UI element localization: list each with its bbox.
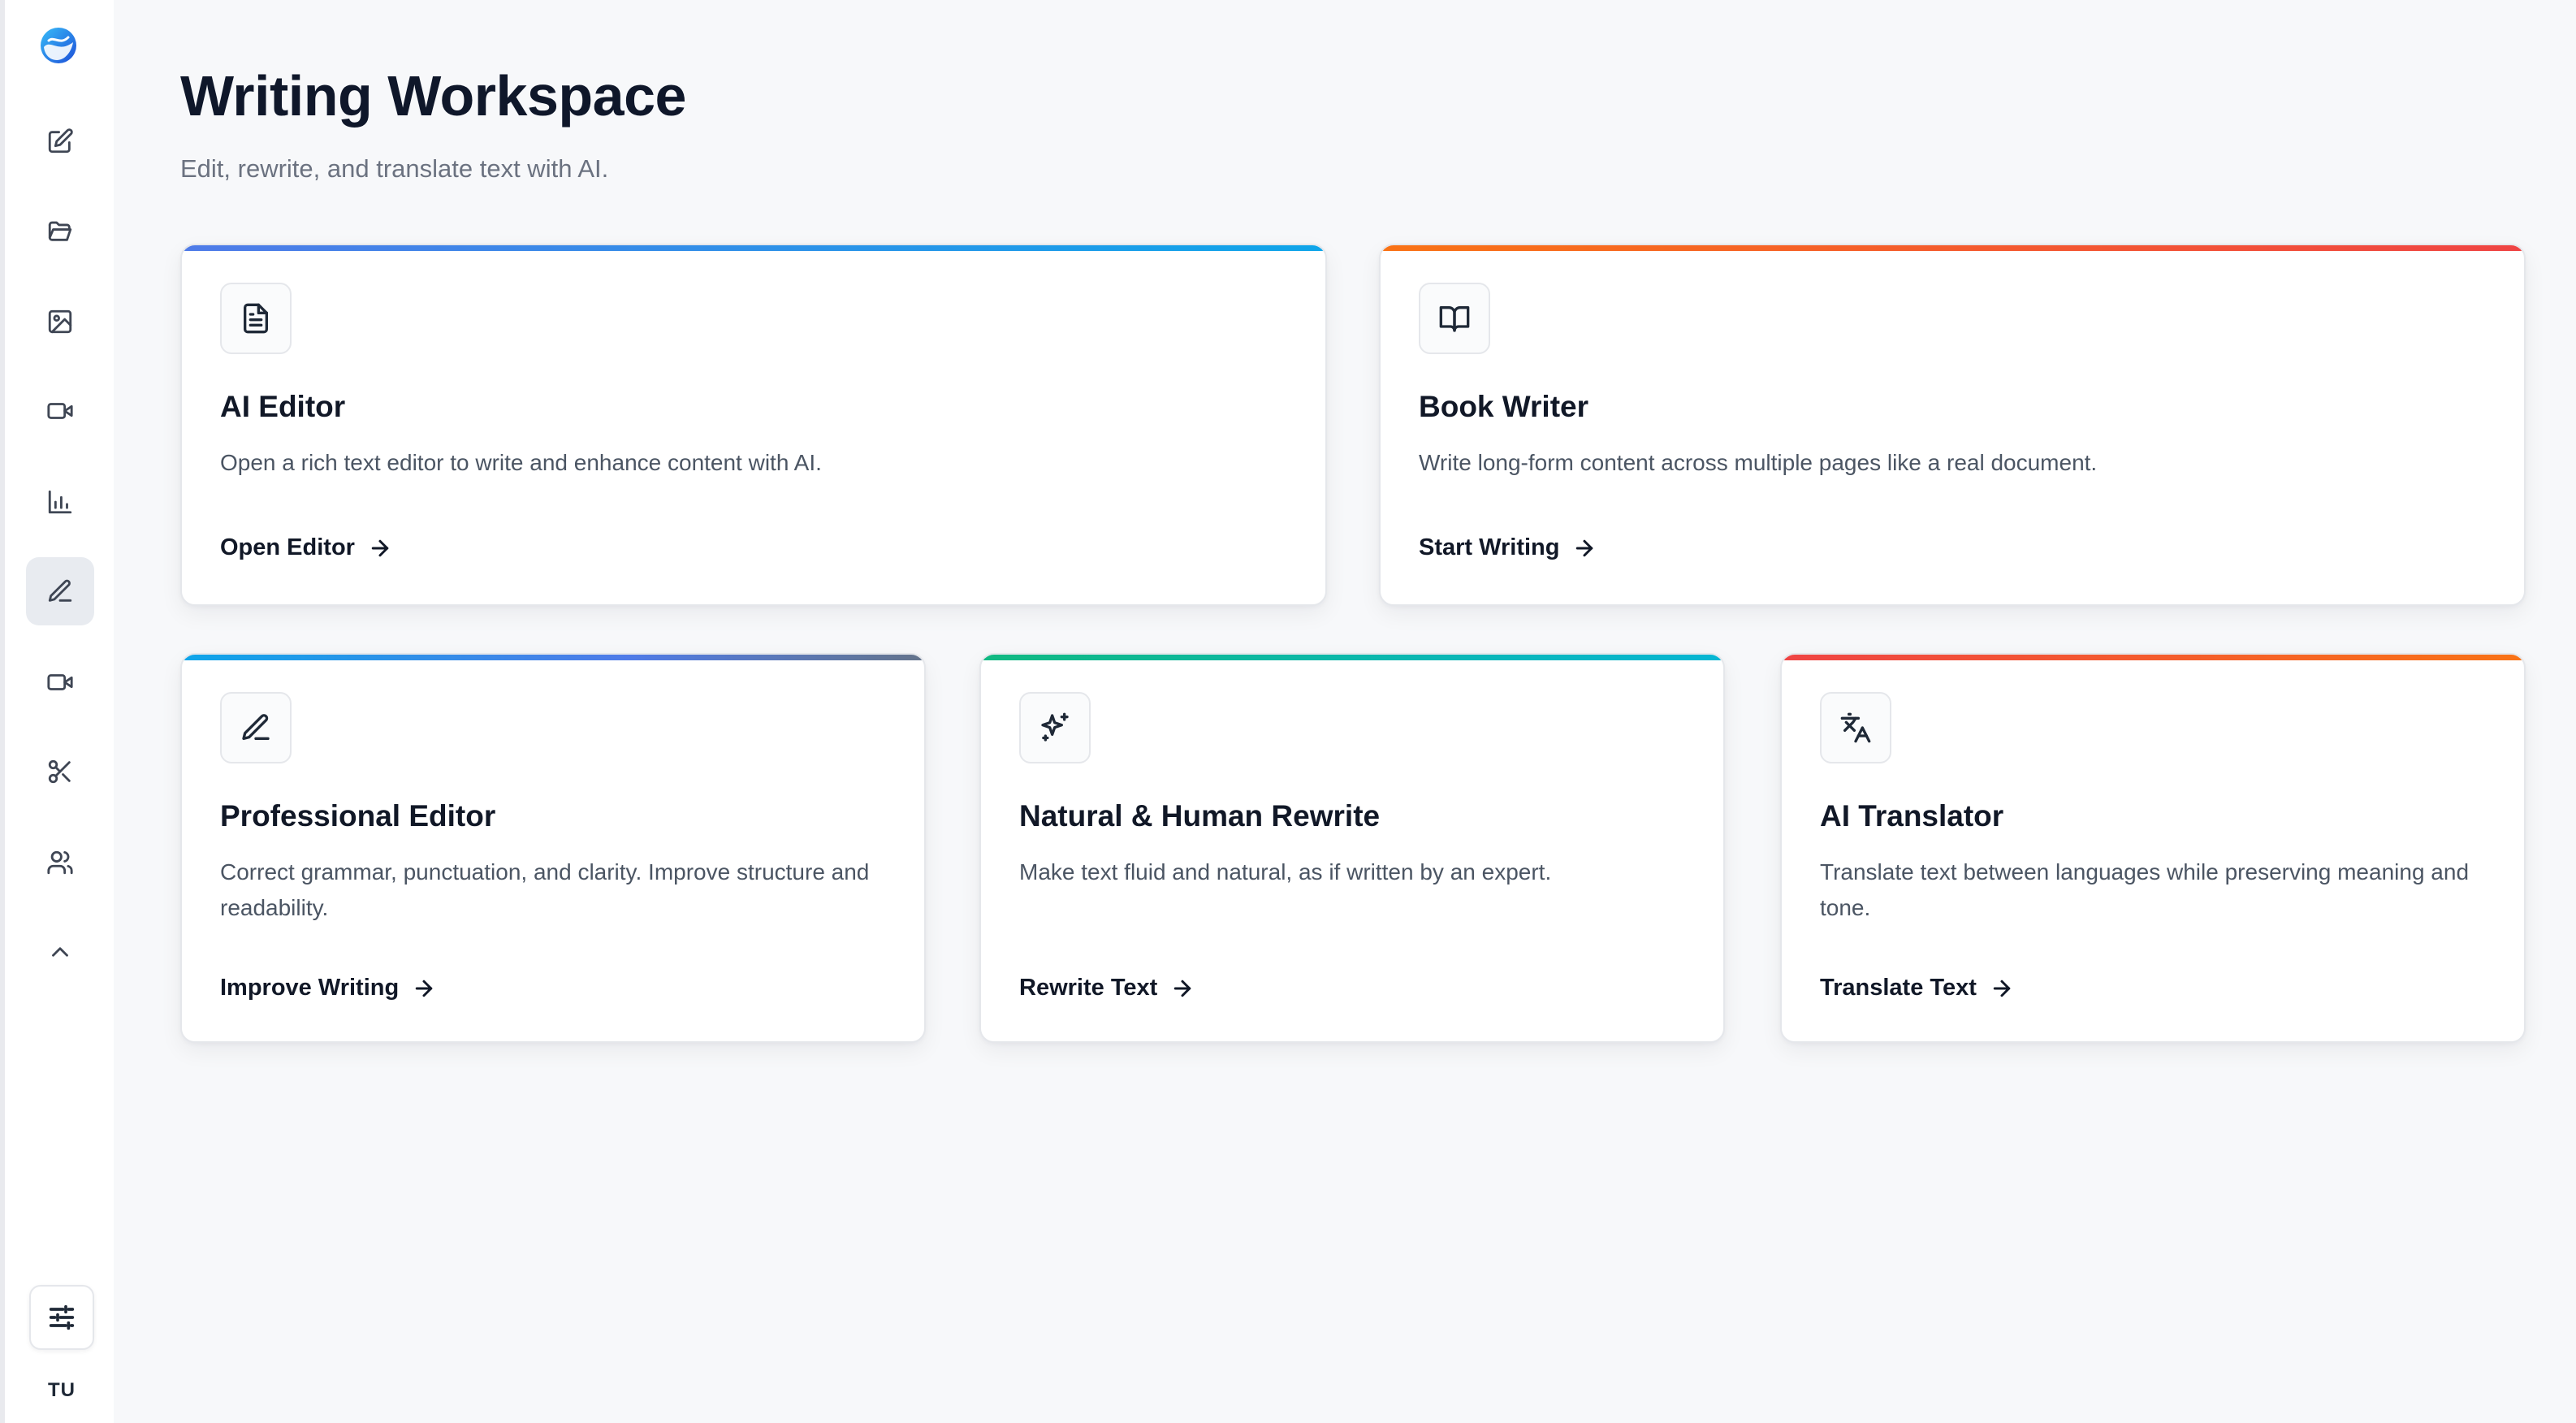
card-accent-bar xyxy=(1381,245,2524,251)
card-accent-bar xyxy=(1782,655,2524,660)
card-description: Write long-form content across multiple … xyxy=(1419,450,2098,475)
document-icon xyxy=(244,303,268,334)
card-link-label: Translate Text xyxy=(1820,975,1977,1001)
sidebar-item-writing[interactable] xyxy=(26,557,94,625)
sidebar-item-video[interactable] xyxy=(26,377,94,445)
card-natural-rewrite[interactable]: Natural & Human Rewrite Make text fluid … xyxy=(979,653,1725,1043)
card-link-label: Open Editor xyxy=(220,534,355,560)
card-professional-editor[interactable]: Professional Editor Correct grammar, pun… xyxy=(180,653,926,1043)
arrow-right-icon xyxy=(1993,980,2011,997)
translate-icon xyxy=(1840,712,1871,743)
sidebar: TU xyxy=(0,0,114,1423)
card-description: Correct grammar, punctuation, and clarit… xyxy=(220,859,870,920)
pencil-icon xyxy=(48,579,72,602)
sidebar-item-edit[interactable] xyxy=(26,107,94,175)
card-ai-translator[interactable]: AI Translator Translate text between lan… xyxy=(1780,653,2526,1043)
sliders-icon xyxy=(49,1304,75,1330)
arrow-right-icon xyxy=(415,980,433,997)
card-description: Open a rich text editor to write and enh… xyxy=(220,450,822,475)
card-book-writer[interactable]: Book Writer Write long-form content acro… xyxy=(1379,244,2526,606)
card-icon-box xyxy=(1820,692,1891,763)
card-link-label: Start Writing xyxy=(1419,534,1560,560)
card-accent-bar xyxy=(182,245,1325,251)
main-content: Writing Workspace Edit, rewrite, and tra… xyxy=(114,0,2576,1423)
rewrite-text-link[interactable]: Rewrite Text xyxy=(1019,975,1195,1001)
sidebar-item-analytics[interactable] xyxy=(26,468,94,536)
page-title: Writing Workspace xyxy=(180,64,686,128)
sparkles-icon xyxy=(1041,712,1069,742)
app-window: TU Writing Workspace Edit, rewrite, and … xyxy=(0,0,2576,1423)
card-link-label: Improve Writing xyxy=(220,975,400,1001)
open-editor-link[interactable]: Open Editor xyxy=(220,534,392,561)
start-writing-link[interactable]: Start Writing xyxy=(1419,534,1597,561)
users-icon xyxy=(47,850,73,875)
settings-button[interactable] xyxy=(29,1285,94,1350)
scissors-icon xyxy=(48,759,71,784)
chevron-up-icon xyxy=(52,947,68,957)
bar-chart-icon xyxy=(48,490,72,514)
card-link-label: Rewrite Text xyxy=(1019,975,1158,1001)
sidebar-item-cut[interactable] xyxy=(26,737,94,806)
video-icon xyxy=(47,403,73,419)
sidebar-item-users[interactable] xyxy=(26,828,94,897)
sidebar-collapse-toggle[interactable] xyxy=(26,918,94,986)
arrow-right-icon xyxy=(371,539,389,556)
sidebar-item-video-2[interactable] xyxy=(26,648,94,716)
page-subtitle: Edit, rewrite, and translate text with A… xyxy=(180,154,609,183)
avatar[interactable]: TU xyxy=(29,1361,94,1420)
card-icon-box xyxy=(220,283,292,354)
card-description: Translate text between languages while p… xyxy=(1820,859,2470,920)
wave-logo-icon[interactable] xyxy=(37,24,80,67)
card-title: Book Writer xyxy=(1419,390,1589,423)
card-ai-editor[interactable]: AI Editor Open a rich text editor to wri… xyxy=(180,244,1327,606)
image-icon xyxy=(48,309,72,334)
card-accent-bar xyxy=(182,655,924,660)
card-description: Make text fluid and natural, as if writt… xyxy=(1019,859,1552,885)
book-open-icon xyxy=(1439,306,1470,332)
card-icon-box xyxy=(220,692,292,763)
card-title: Professional Editor xyxy=(220,799,496,833)
folder-open-icon xyxy=(48,221,72,241)
card-icon-box xyxy=(1019,692,1091,763)
card-title: AI Editor xyxy=(220,390,346,423)
edit-square-icon xyxy=(48,128,73,154)
sidebar-item-images[interactable] xyxy=(26,288,94,356)
translate-text-link[interactable]: Translate Text xyxy=(1820,975,2014,1001)
pen-icon xyxy=(242,714,270,740)
card-accent-bar xyxy=(981,655,1723,660)
card-icon-box xyxy=(1419,283,1490,354)
improve-writing-link[interactable]: Improve Writing xyxy=(220,975,436,1001)
arrow-right-icon xyxy=(1576,539,1593,556)
arrow-right-icon xyxy=(1174,980,1191,997)
sidebar-item-files[interactable] xyxy=(26,197,94,265)
card-title: AI Translator xyxy=(1820,799,2004,833)
card-title: Natural & Human Rewrite xyxy=(1019,799,1381,833)
video-icon xyxy=(47,674,73,690)
